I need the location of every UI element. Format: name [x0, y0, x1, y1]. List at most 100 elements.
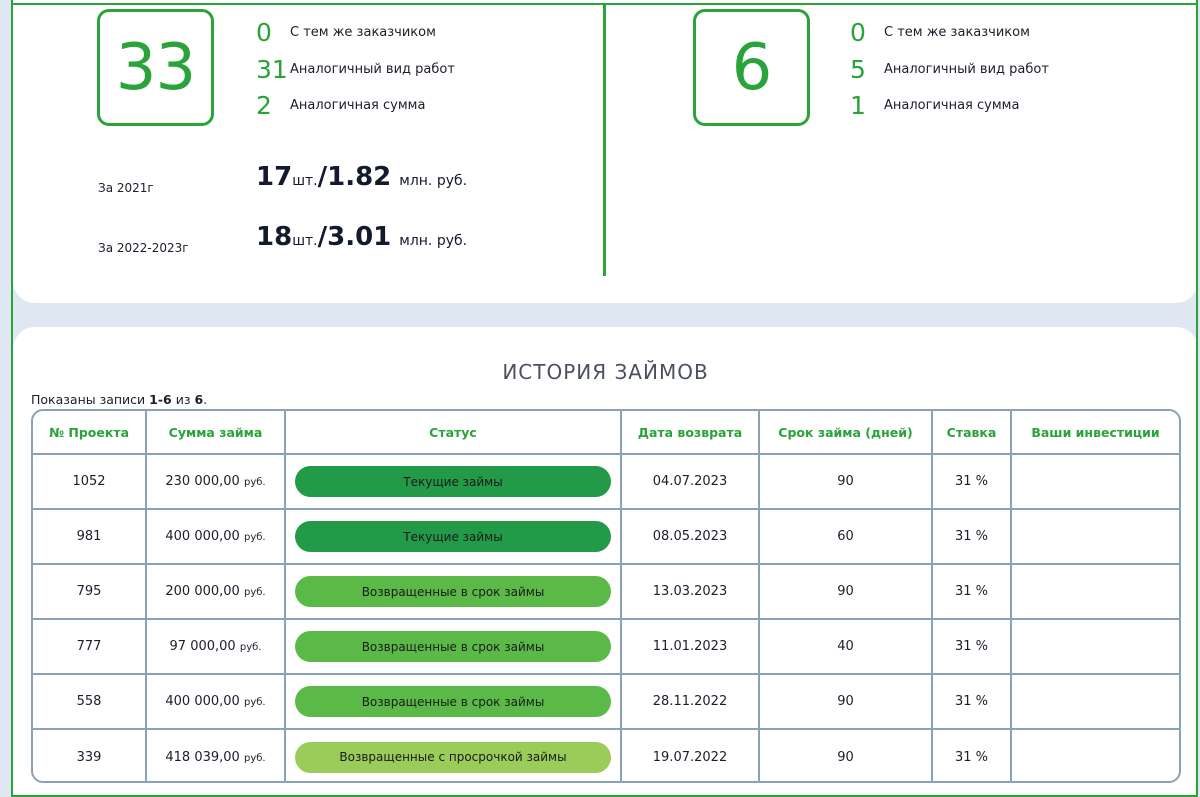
stat-label: Аналогичный вид работ [290, 61, 455, 77]
status-badge[interactable]: Возвращенные с просрочкой займы [295, 741, 611, 773]
cell-amount: 400 000,00 руб. [146, 674, 286, 729]
amount-value: 400 000,00 [165, 694, 240, 709]
cell-term: 90 [759, 674, 933, 729]
cell-project: 1052 [33, 454, 147, 509]
cell-status: Текущие займы [285, 454, 622, 509]
year-separator: / [317, 162, 328, 192]
status-badge[interactable]: Текущие займы [295, 521, 611, 552]
amount-value: 97 000,00 [169, 639, 236, 654]
currency-unit: руб. [243, 532, 266, 543]
total-count-box-right: 6 [693, 9, 810, 126]
loan-history-table: № Проекта Сумма займа Статус Дата возвра… [31, 409, 1181, 783]
cell-return-date: 28.11.2022 [621, 674, 760, 729]
cell-project: 795 [33, 564, 147, 619]
records-summary: Показаны записи 1-6 из 6. [31, 392, 207, 407]
year-count: 18 [256, 222, 293, 252]
year-label-2021: За 2021г [98, 181, 154, 195]
cell-amount: 200 000,00 руб. [146, 564, 286, 619]
total-count-left: 33 [115, 30, 196, 105]
cell-term: 90 [759, 729, 933, 781]
cell-return-date: 13.03.2023 [621, 564, 760, 619]
currency-unit: руб. [243, 587, 266, 598]
cell-term: 60 [759, 509, 933, 564]
status-badge[interactable]: Возвращенные в срок займы [295, 686, 611, 717]
cell-investments [1011, 674, 1179, 729]
status-badge[interactable]: Текущие займы [295, 466, 611, 497]
stat-number: 2 [256, 90, 272, 120]
cell-project: 558 [33, 674, 147, 729]
cell-status: Текущие займы [285, 509, 622, 564]
stat-similar-sum-left: 2 Аналогичная сумма [256, 88, 425, 122]
stat-label: С тем же заказчиком [884, 24, 1030, 40]
amount-value: 400 000,00 [165, 529, 240, 544]
cell-amount: 230 000,00 руб. [146, 454, 286, 509]
table-header-row: № Проекта Сумма займа Статус Дата возвра… [33, 411, 1179, 454]
cell-amount: 97 000,00 руб. [146, 619, 286, 674]
stat-label: С тем же заказчиком [290, 24, 436, 40]
column-header-status[interactable]: Статус [285, 411, 622, 454]
column-header-amount[interactable]: Сумма займа [146, 411, 286, 454]
cell-investments [1011, 454, 1179, 509]
records-summary-suffix: . [203, 392, 208, 407]
cell-status: Возвращенные в срок займы [285, 564, 622, 619]
status-badge[interactable]: Возвращенные в срок займы [295, 576, 611, 607]
table-row[interactable]: 1052 230 000,00 руб. Текущие займы 04.07… [33, 454, 1179, 509]
cell-status: Возвращенные в срок займы [285, 674, 622, 729]
cell-return-date: 11.01.2023 [621, 619, 760, 674]
table-row[interactable]: 777 97 000,00 руб. Возвращенные в срок з… [33, 619, 1179, 674]
cell-rate: 31 % [932, 674, 1012, 729]
currency-unit: руб. [243, 752, 266, 764]
cell-term: 90 [759, 454, 933, 509]
table-row[interactable]: 558 400 000,00 руб. Возвращенные в срок … [33, 674, 1179, 729]
column-header-return-date[interactable]: Дата возврата [621, 411, 760, 454]
stat-same-customer-right: 0 С тем же заказчиком [850, 15, 1030, 49]
table-row[interactable]: 981 400 000,00 руб. Текущие займы 08.05.… [33, 509, 1179, 564]
year-sum-unit: млн. руб. [399, 233, 468, 249]
cell-rate: 31 % [932, 564, 1012, 619]
stat-similar-sum-right: 1 Аналогичная сумма [850, 88, 1019, 122]
cell-rate: 31 % [932, 509, 1012, 564]
section-title: ИСТОРИЯ ЗАЙМОВ [502, 360, 709, 384]
year-count-unit: шт. [292, 173, 318, 189]
total-count-box-left: 33 [97, 9, 214, 126]
cell-return-date: 04.07.2023 [621, 454, 760, 509]
cell-project: 981 [33, 509, 147, 564]
year-count: 17 [256, 162, 293, 192]
stat-similar-work-right: 5 Аналогичный вид работ [850, 52, 1049, 86]
column-header-investments[interactable]: Ваши инвестиции [1011, 411, 1179, 454]
column-header-rate[interactable]: Ставка [932, 411, 1012, 454]
column-header-term[interactable]: Срок займа (дней) [759, 411, 933, 454]
year-sum: 1.82 [327, 162, 392, 192]
stat-number: 0 [850, 17, 866, 47]
cell-amount: 418 039,00 руб. [146, 729, 286, 781]
year-label-2022-2023: За 2022-2023г [98, 241, 189, 255]
total-count-right: 6 [731, 30, 773, 105]
table-row[interactable]: 795 200 000,00 руб. Возвращенные в срок … [33, 564, 1179, 619]
records-range: 1-6 [149, 392, 172, 407]
status-badge[interactable]: Возвращенные в срок займы [295, 631, 611, 662]
highlight-frame-top [11, 3, 1198, 5]
currency-unit: руб. [243, 697, 266, 708]
stat-label: Аналогичная сумма [290, 97, 426, 113]
summary-divider [603, 3, 606, 276]
records-summary-mid: из [171, 392, 195, 407]
cell-return-date: 19.07.2022 [621, 729, 760, 781]
cell-amount: 400 000,00 руб. [146, 509, 286, 564]
cell-investments [1011, 564, 1179, 619]
stat-label: Аналогичный вид работ [884, 61, 1049, 77]
column-header-project[interactable]: № Проекта [33, 411, 147, 454]
year-value-2021: 17 шт. / 1.82 млн. руб. [256, 162, 467, 192]
cell-status: Возвращенные в срок займы [285, 619, 622, 674]
cell-status: Возвращенные с просрочкой займы [285, 729, 622, 781]
cell-return-date: 08.05.2023 [621, 509, 760, 564]
loan-history-card: ИСТОРИЯ ЗАЙМОВ Показаны записи 1-6 из 6.… [13, 327, 1198, 797]
stat-number: 5 [850, 54, 866, 84]
cell-investments [1011, 619, 1179, 674]
year-count-unit: шт. [292, 233, 318, 249]
currency-unit: руб. [239, 642, 262, 653]
amount-value: 200 000,00 [165, 584, 240, 599]
year-sum: 3.01 [327, 222, 392, 252]
amount-value: 230 000,00 [165, 474, 240, 489]
cell-term: 40 [759, 619, 933, 674]
table-row[interactable]: 339 418 039,00 руб. Возвращенные с проср… [33, 729, 1179, 781]
